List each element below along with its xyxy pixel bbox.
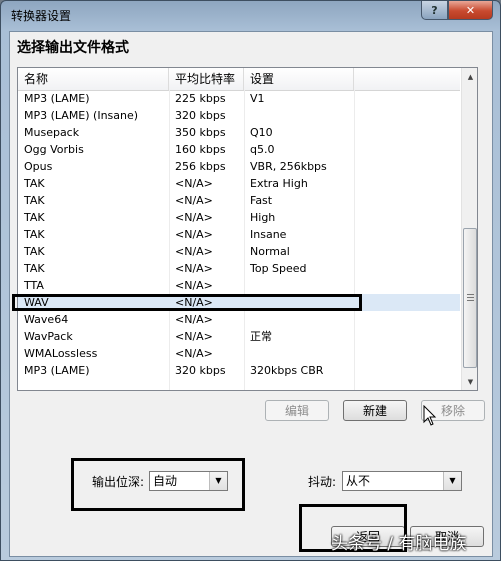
mouse-cursor-icon	[423, 405, 437, 426]
format-list[interactable]: 名称 平均比特率 设置 MP3 (LAME) 225 kbps V1 MP3 (LAM…	[17, 67, 478, 391]
format-setting: Extra High	[250, 177, 308, 190]
title-bar[interactable]: 转换器设置 ? ✕	[1, 1, 500, 31]
format-setting: Top Speed	[250, 262, 307, 275]
converter-settings-window: 转换器设置 ? ✕ 选择输出文件格式 名称 平均比特率 设置 MP3 (LAME…	[0, 0, 501, 561]
format-name: TAK	[24, 177, 45, 190]
column-header-name[interactable]: 名称	[18, 68, 169, 90]
format-name: WavPack	[24, 330, 73, 343]
format-name: MP3 (LAME) (Insane)	[24, 109, 139, 122]
list-item[interactable]: WavPack <N/A> 正常	[18, 328, 460, 345]
dither-select[interactable]: 从不 ▼	[342, 471, 462, 491]
list-item[interactable]: MP3 (LAME) 320 kbps 320kbps CBR	[18, 362, 460, 379]
list-header: 名称 平均比特率 设置	[18, 68, 460, 91]
highlight-box-wav	[12, 294, 362, 311]
format-bitrate: 160 kbps	[175, 143, 226, 156]
format-name: MP3 (LAME)	[24, 92, 90, 105]
list-item[interactable]: TAK <N/A> Normal	[18, 243, 460, 260]
list-item[interactable]: TAK <N/A> Top Speed	[18, 260, 460, 277]
scroll-down-arrow-icon[interactable]: ▼	[462, 373, 477, 390]
list-item[interactable]: WMALossless <N/A>	[18, 345, 460, 362]
format-setting: 320kbps CBR	[250, 364, 324, 377]
format-bitrate: 320 kbps	[175, 364, 226, 377]
format-setting: Fast	[250, 194, 273, 207]
format-bitrate: 225 kbps	[175, 92, 226, 105]
help-button[interactable]: ?	[421, 1, 448, 20]
list-item[interactable]: MP3 (LAME) 225 kbps V1	[18, 90, 460, 107]
format-bitrate: <N/A>	[175, 211, 213, 224]
format-name: Wave64	[24, 313, 69, 326]
dither-value: 从不	[346, 474, 371, 488]
list-item[interactable]: Wave64 <N/A>	[18, 311, 460, 328]
format-bitrate: <N/A>	[175, 245, 213, 258]
format-name: Opus	[24, 160, 53, 173]
close-icon: ✕	[465, 3, 476, 17]
format-name: MP3 (LAME)	[24, 364, 90, 377]
page-title: 选择输出文件格式	[17, 40, 129, 56]
close-button[interactable]: ✕	[448, 1, 493, 20]
thumb-grip	[467, 294, 474, 295]
format-bitrate: 350 kbps	[175, 126, 226, 139]
format-bitrate: <N/A>	[175, 279, 213, 292]
list-item[interactable]: TTA <N/A>	[18, 277, 460, 294]
list-item[interactable]: Ogg Vorbis 160 kbps q5.0	[18, 141, 460, 158]
format-setting: V1	[250, 92, 265, 105]
format-name: TAK	[24, 228, 45, 241]
format-setting: Insane	[250, 228, 287, 241]
format-bitrate: 320 kbps	[175, 109, 226, 122]
format-setting: Normal	[250, 245, 290, 258]
scroll-up-arrow-icon[interactable]: ▲	[462, 68, 477, 85]
format-setting: 正常	[250, 330, 272, 343]
format-name: WMALossless	[24, 347, 98, 360]
vertical-scrollbar[interactable]: ▲ ▼	[461, 68, 477, 390]
list-item[interactable]: TAK <N/A> High	[18, 209, 460, 226]
format-bitrate: <N/A>	[175, 330, 213, 343]
new-button[interactable]: 新建	[343, 400, 407, 421]
highlight-box-output-depth	[71, 458, 245, 511]
format-setting: VBR, 256kbps	[250, 160, 327, 173]
edit-button[interactable]: 编辑	[265, 400, 329, 421]
list-rows: MP3 (LAME) 225 kbps V1 MP3 (LAME) (Insane) 3…	[18, 90, 460, 379]
format-bitrate: <N/A>	[175, 313, 213, 326]
column-header-setting[interactable]: 设置	[244, 68, 354, 90]
thumb-grip	[467, 297, 474, 298]
list-item[interactable]: Musepack 350 kbps Q10	[18, 124, 460, 141]
thumb-grip	[467, 300, 474, 301]
format-bitrate: 256 kbps	[175, 160, 226, 173]
format-bitrate: <N/A>	[175, 194, 213, 207]
help-icon: ?	[431, 3, 438, 17]
format-name: TAK	[24, 211, 45, 224]
format-name: TTA	[24, 279, 44, 292]
chevron-down-icon: ▼	[443, 472, 461, 490]
format-name: TAK	[24, 262, 45, 275]
format-setting: Q10	[250, 126, 273, 139]
window-title: 转换器设置	[11, 9, 72, 23]
format-bitrate: <N/A>	[175, 347, 213, 360]
list-item[interactable]: TAK <N/A> Fast	[18, 192, 460, 209]
format-name: Musepack	[24, 126, 80, 139]
list-item[interactable]: TAK <N/A> Extra High	[18, 175, 460, 192]
list-item[interactable]: MP3 (LAME) (Insane) 320 kbps	[18, 107, 460, 124]
format-name: TAK	[24, 194, 45, 207]
format-name: TAK	[24, 245, 45, 258]
column-header-bitrate[interactable]: 平均比特率	[169, 68, 244, 90]
format-bitrate: <N/A>	[175, 228, 213, 241]
format-name: Ogg Vorbis	[24, 143, 84, 156]
format-setting: q5.0	[250, 143, 275, 156]
format-bitrate: <N/A>	[175, 262, 213, 275]
format-setting: High	[250, 211, 276, 224]
list-item[interactable]: Opus 256 kbps VBR, 256kbps	[18, 158, 460, 175]
watermark: 头条号 / 有脑电族	[331, 534, 467, 554]
format-bitrate: <N/A>	[175, 177, 213, 190]
list-item[interactable]: TAK <N/A> Insane	[18, 226, 460, 243]
scrollbar-thumb[interactable]	[463, 228, 477, 368]
dither-label: 抖动:	[308, 475, 337, 489]
